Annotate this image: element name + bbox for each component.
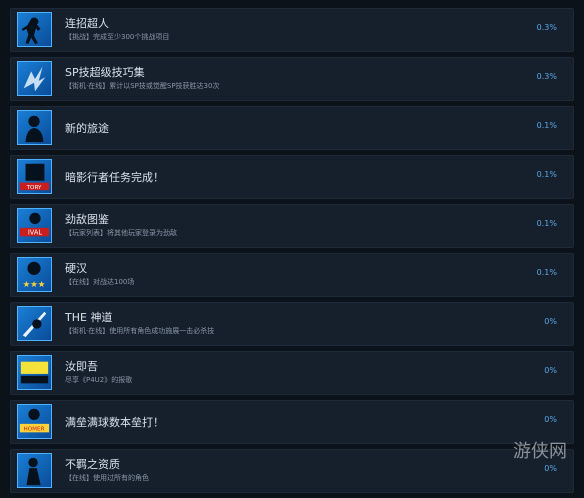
homerun-badge-icon: HOMER: [17, 404, 52, 439]
unlock-percentage: 0.1%: [536, 219, 557, 228]
achievement-row[interactable]: THE 神道 【街机·在线】使用所有角色成功施展一击必杀技 0%: [10, 302, 574, 346]
achievement-title: 不羁之资质: [65, 458, 120, 471]
unlock-percentage: 0.1%: [536, 268, 557, 277]
unlock-percentage: 0%: [544, 366, 557, 375]
svg-text:HOMER: HOMER: [24, 426, 45, 432]
achievement-title: 暗影行者任务完成！: [65, 171, 164, 184]
svg-text:TORY: TORY: [26, 185, 42, 191]
achievement-row[interactable]: SP技超级技巧集 【街机·在线】累计以SP技或觉醒SP技获胜达30次 0.3%: [10, 57, 574, 101]
achievement-title: 新的旅途: [65, 122, 109, 135]
svg-text:IVAL: IVAL: [28, 228, 43, 236]
site-watermark-logo: 游侠网: [513, 441, 567, 462]
achievement-title: SP技超级技巧集: [65, 66, 145, 79]
unlock-percentage: 0%: [544, 317, 557, 326]
achievement-title: 劲敌图鉴: [65, 213, 109, 226]
unlock-percentage: 0.3%: [536, 72, 557, 81]
achievement-list: 连招超人 【挑战】完成至少300个挑战项目 0.3% SP技超级技巧集 【街机·…: [10, 8, 574, 498]
sword-strike-icon: [17, 306, 52, 341]
achievement-row[interactable]: 新的旅途 0.1%: [10, 106, 574, 150]
achievement-description: 【街机·在线】使用所有角色成功施展一击必杀技: [65, 327, 215, 335]
achievement-row[interactable]: IVAL 劲敌图鉴 【玩家列表】将其他玩家登录为劲敌 0.1%: [10, 204, 574, 248]
achievement-description: 【挑战】完成至少300个挑战项目: [65, 33, 170, 41]
fighter-silhouette-icon: [17, 12, 52, 47]
achievement-title: 硬汉: [65, 262, 87, 275]
achievement-title: 汝即吾: [65, 360, 98, 373]
achievement-description: 【玩家列表】将其他玩家登录为劲敌: [65, 229, 177, 237]
svg-text:★★★: ★★★: [23, 279, 46, 289]
unlock-percentage: 0.3%: [536, 23, 557, 32]
achievement-row[interactable]: HOMER 满垒满球数本垒打！ 0%: [10, 400, 574, 444]
achievement-row[interactable]: 不羁之资质 【在线】使用过所有的角色 0%: [10, 449, 574, 493]
shadow-figure-icon: [17, 110, 52, 145]
watermark-text: 游侠网: [513, 441, 567, 462]
unlock-percentage: 0%: [544, 415, 557, 424]
character-silhouette-icon: [17, 453, 52, 488]
achievement-description: 【在线】使用过所有的角色: [65, 474, 149, 482]
achievement-row[interactable]: ★★★ 硬汉 【在线】对战达100场 0.1%: [10, 253, 574, 297]
energy-burst-icon: [17, 61, 52, 96]
unlock-percentage: 0.1%: [536, 121, 557, 130]
achievement-description: 【街机·在线】累计以SP技或觉醒SP技获胜达30次: [65, 82, 220, 90]
achievement-title: 连招超人: [65, 17, 109, 30]
three-stars-icon: ★★★: [17, 257, 52, 292]
achievement-description: 【在线】对战达100场: [65, 278, 135, 286]
achievement-title: THE 神道: [65, 311, 113, 324]
rival-badge-icon: IVAL: [17, 208, 52, 243]
achievement-row[interactable]: 连招超人 【挑战】完成至少300个挑战项目 0.3%: [10, 8, 574, 52]
achievement-row[interactable]: 汝即吾 尽享《P4U2》的报歌 0%: [10, 351, 574, 395]
achievement-description: 尽享《P4U2》的报歌: [65, 376, 133, 384]
unlock-percentage: 0.1%: [536, 170, 557, 179]
achievement-title: 满垒满球数本垒打！: [65, 416, 164, 429]
achievement-row[interactable]: TORY 暗影行者任务完成！ 0.1%: [10, 155, 574, 199]
story-badge-icon: TORY: [17, 159, 52, 194]
p4u2-logo-icon: [17, 355, 52, 390]
